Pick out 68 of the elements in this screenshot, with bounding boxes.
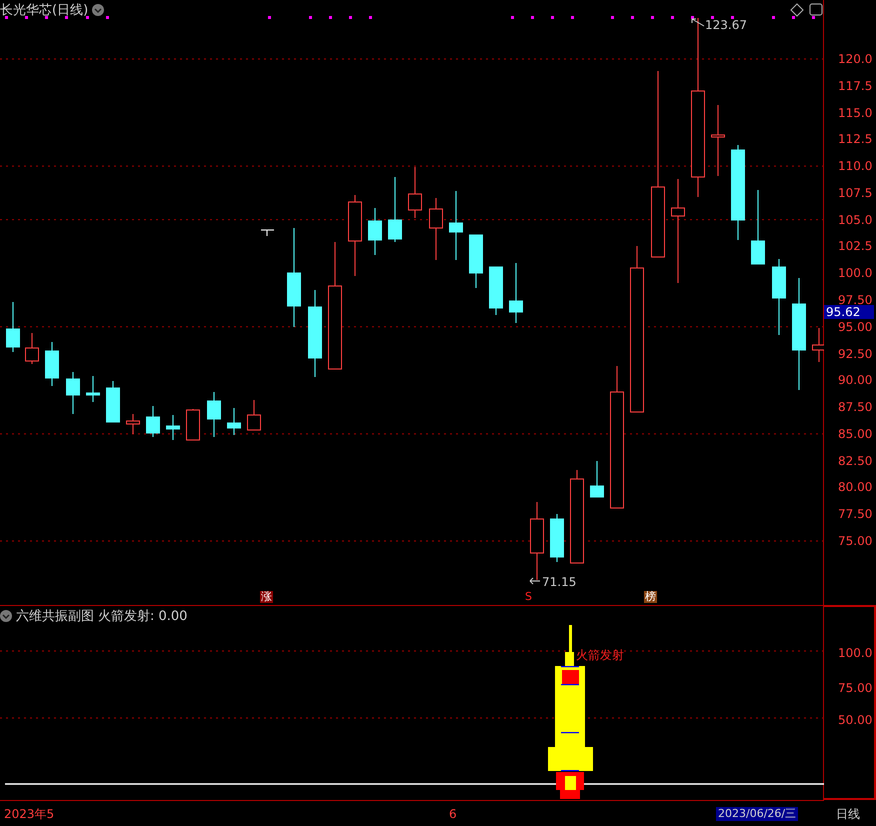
last-price-tag: 95.62 [824,305,874,319]
low-price-label: 71.15 [542,575,576,589]
price-axis-label: 80.00 [838,480,872,494]
indicator-axis-label: 75.00 [838,681,872,695]
signal-label: 火箭发射 [576,648,624,662]
candle [186,408,200,440]
price-axis-label: 87.50 [838,400,872,414]
price-tick-mark [260,230,274,236]
price-axis-label: 95.00 [838,320,872,334]
price-axis-label: 117.5 [838,78,872,93]
price-axis-label: 105.0 [838,212,872,227]
price-axis-label: 92.50 [838,346,872,361]
price-axis-label: 115.0 [838,106,872,120]
cursor-date: 2023/06/26/三 [716,807,798,821]
time-axis-label: 6 [449,807,457,821]
price-axis-label: 90.00 [838,373,872,388]
price-axis-label: 85.00 [838,426,872,441]
chart-title: 长光华芯(日线) [0,2,88,19]
candle [429,198,443,260]
indicator-axis-label: 100.0 [838,646,872,660]
price-axis-label: 107.5 [838,186,872,200]
candle [166,414,180,440]
candle [126,414,140,434]
period-label: 日线 [836,806,860,823]
indicator-name: 六维共振副图 [16,608,94,625]
candle [812,328,824,362]
signal-marker: 涨 [260,591,273,603]
candle [509,262,523,324]
price-axis-label: 110.0 [838,159,872,174]
candle [469,234,483,288]
high-price-label: 123.67 [705,18,747,32]
price-axis-label: 97.50 [838,292,872,307]
candle [86,376,100,402]
candle [489,266,503,316]
candle [368,208,382,256]
candle [106,380,120,422]
arrow-icon [530,578,540,584]
price-axis-label: 100.0 [838,266,872,280]
indicator-axis-label: 50.00 [838,713,872,727]
arrow-icon [692,18,704,26]
panel-toggle-icon[interactable] [810,4,822,16]
candle [227,408,241,436]
indicator-value: 火箭发射: 0.00 [98,608,188,625]
price-axis-label: 102.5 [838,239,872,254]
price-axis-label: 77.50 [838,507,872,522]
signal-marker: S [524,591,533,603]
candle [45,342,59,386]
price-axis-label: 120.0 [838,52,872,66]
candle [550,514,564,562]
candle [711,104,725,176]
price-axis-label: 112.5 [838,132,872,146]
candle [146,406,160,438]
candle [6,302,20,352]
dropdown-icon[interactable] [92,4,104,16]
candle [590,460,604,498]
candle [449,190,463,260]
candle [408,166,422,218]
signal-marker: 榜 [644,591,657,603]
dropdown-icon[interactable] [0,610,12,622]
diamond-icon [790,3,804,17]
candle [388,176,402,242]
candle [66,372,80,414]
price-axis-label: 82.50 [838,454,872,468]
candle [247,400,261,430]
price-axis-label: 75.00 [838,534,872,548]
candle [207,392,221,438]
time-axis-label: 2023年5 [4,807,54,821]
candle [25,332,39,364]
